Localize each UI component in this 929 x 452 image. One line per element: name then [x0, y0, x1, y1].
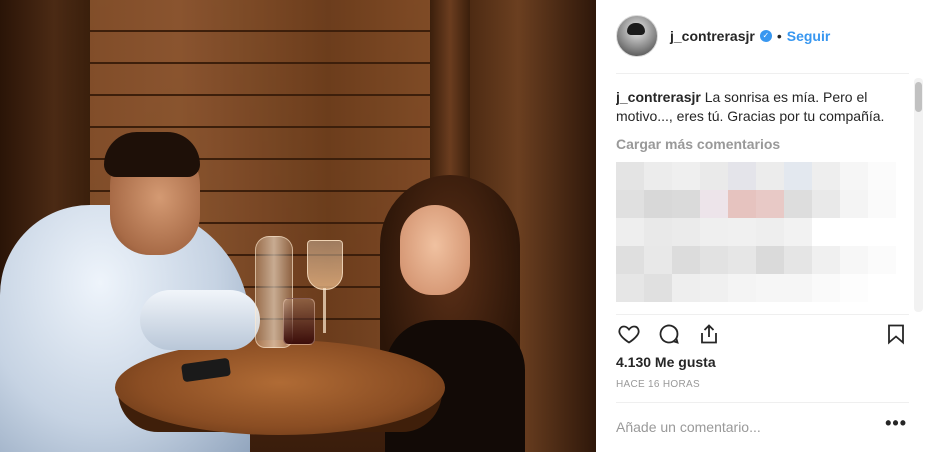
follow-button[interactable]: Seguir	[787, 28, 831, 44]
header-separator: •	[776, 28, 782, 44]
post-timestamp[interactable]: HACE 16 HORAS	[616, 379, 700, 390]
post-photo[interactable]	[0, 0, 596, 452]
table-top	[115, 340, 445, 435]
blurred-row	[616, 218, 896, 246]
instagram-post: j_contrerasjr ✓ • Seguir j_contrerasjr L…	[0, 0, 929, 452]
wine-glass-stem	[323, 288, 326, 333]
scrollbar-thumb[interactable]	[915, 82, 922, 112]
verified-badge-icon: ✓	[759, 30, 772, 42]
blurred-row	[616, 190, 896, 218]
caption-username[interactable]: j_contrerasjr	[616, 89, 701, 105]
divider	[616, 314, 909, 315]
bookmark-icon[interactable]	[883, 321, 909, 347]
header-username[interactable]: j_contrerasjr	[670, 28, 755, 44]
red-wine-glass	[283, 298, 315, 345]
woman-face	[400, 205, 470, 295]
divider	[616, 73, 909, 74]
post-actions	[616, 318, 909, 350]
load-more-comments-button[interactable]: Cargar más comentarios	[616, 136, 896, 152]
post-header: j_contrerasjr ✓ • Seguir	[616, 0, 929, 72]
comment-icon[interactable]	[656, 321, 682, 347]
blurred-row	[616, 274, 896, 302]
blurred-comments	[616, 162, 896, 302]
blurred-row	[616, 246, 896, 274]
likes-count[interactable]: 4.130 Me gusta	[616, 354, 716, 370]
comments-scrollbar[interactable]	[914, 78, 923, 312]
man-hair	[104, 132, 200, 177]
man-arm	[140, 290, 260, 350]
more-options-icon[interactable]: •••	[885, 413, 907, 434]
post-side-panel: j_contrerasjr ✓ • Seguir j_contrerasjr L…	[596, 0, 929, 452]
blurred-row	[616, 162, 896, 190]
add-comment-input[interactable]	[616, 410, 866, 444]
heart-icon[interactable]	[616, 321, 642, 347]
wine-glass	[307, 240, 343, 290]
comments-area[interactable]: j_contrerasjr La sonrisa es mía. Pero el…	[616, 88, 896, 313]
caption: j_contrerasjr La sonrisa es mía. Pero el…	[616, 88, 896, 126]
share-icon[interactable]	[696, 321, 722, 347]
divider	[616, 402, 909, 403]
avatar[interactable]	[616, 15, 658, 57]
